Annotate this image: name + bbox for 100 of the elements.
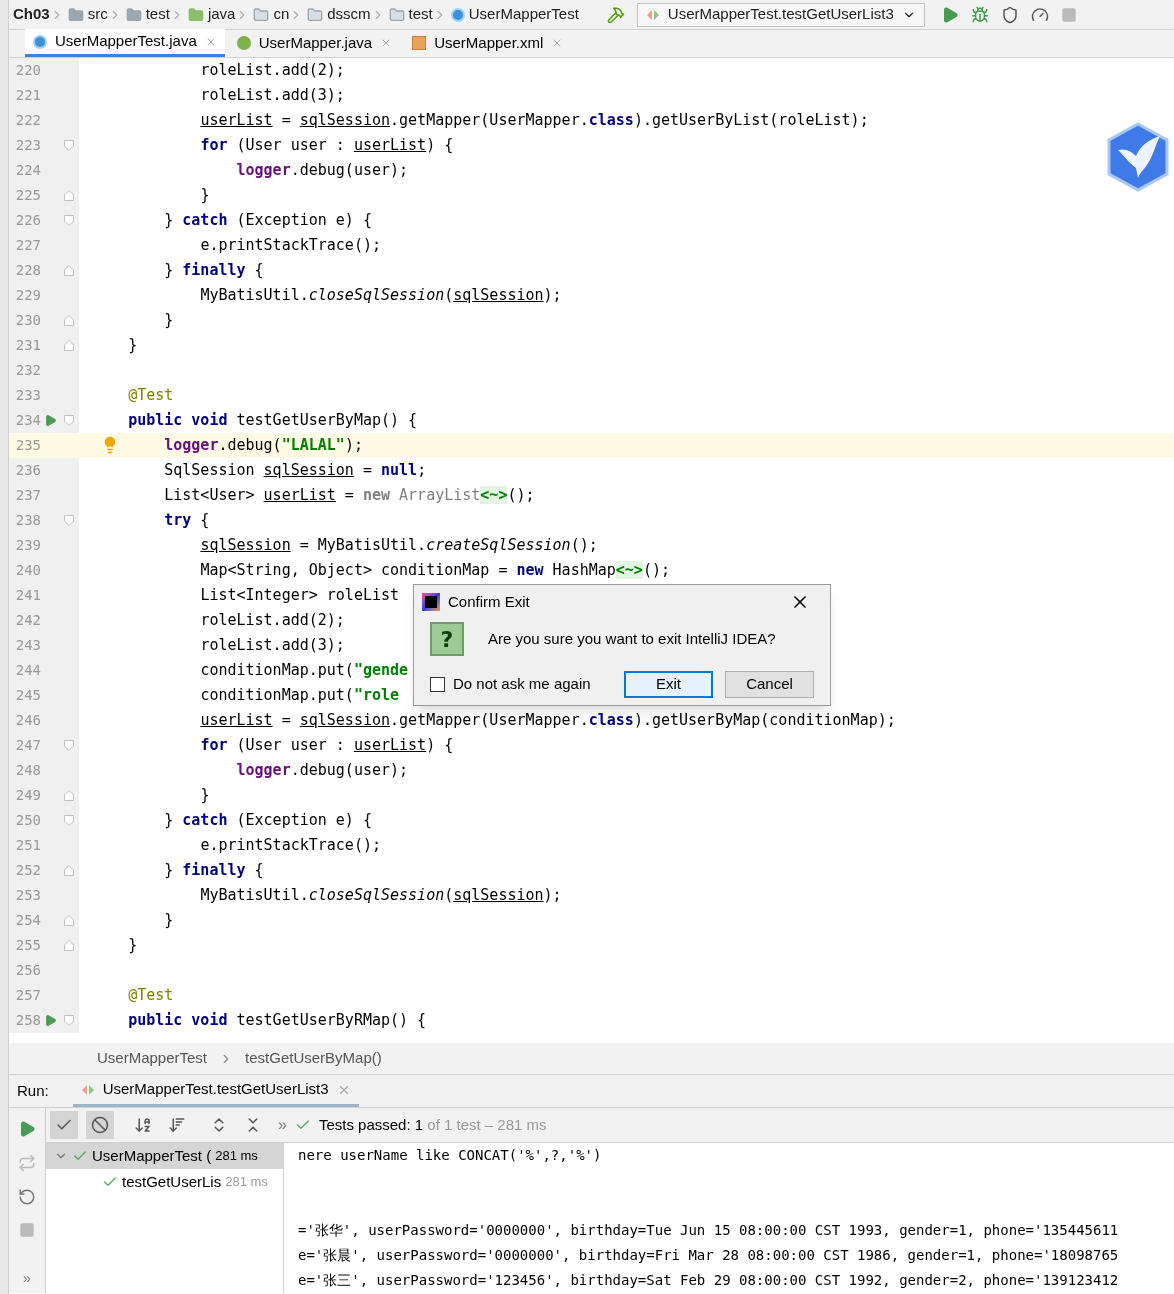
line-number: 251: [14, 836, 41, 855]
folder-icon: [67, 6, 84, 23]
line-number: 234: [14, 411, 41, 430]
run-gutter-icon[interactable]: [43, 414, 57, 427]
breadcrumb-item[interactable]: java: [207, 3, 236, 26]
code-line: for (User user : userList) {: [200, 135, 454, 156]
line-number: 227: [14, 236, 41, 255]
interface-icon: [236, 36, 251, 50]
code-line: List<User> userList = new ArrayList<~>();: [164, 485, 535, 506]
dialog-title: Confirm Exit: [448, 591, 530, 612]
sort-icon[interactable]: [168, 1116, 186, 1134]
code-line: e.printStackTrace();: [200, 835, 381, 856]
package-folder-icon: [307, 6, 324, 23]
fold-marker-icon[interactable]: [64, 215, 74, 226]
more-tools[interactable]: »: [278, 1113, 287, 1137]
question-icon: ?: [430, 622, 464, 656]
fold-marker-icon[interactable]: [64, 515, 74, 526]
code-line: } finally {: [164, 260, 264, 281]
fold-marker-icon[interactable]: [64, 140, 74, 151]
fold-marker-icon[interactable]: [64, 265, 74, 276]
fold-marker-icon[interactable]: [64, 865, 74, 876]
fold-marker-icon[interactable]: [64, 940, 74, 951]
hammer-icon[interactable]: [606, 5, 625, 24]
code-line: roleList.add(2);: [200, 60, 345, 81]
dialog-button[interactable]: Exit: [624, 671, 713, 698]
fold-marker-icon[interactable]: [64, 190, 74, 201]
editor-tab[interactable]: UserMapper.xml: [404, 29, 572, 57]
line-number: 253: [14, 886, 41, 905]
fold-marker-icon[interactable]: [64, 315, 74, 326]
fold-marker-icon[interactable]: [64, 415, 74, 426]
line-number: 237: [14, 486, 41, 505]
xml-file-icon: [412, 36, 427, 50]
code-line: }: [164, 310, 174, 331]
line-number: 233: [14, 386, 41, 405]
code-line: logger.debug(user);: [236, 160, 409, 181]
line-number: 245: [14, 686, 41, 705]
fold-marker-icon[interactable]: [64, 790, 74, 801]
stop-icon[interactable]: [1060, 6, 1077, 23]
console-line: ='张华', userPassword='0000000', birthday=Tue Jun 15 08:00:00 CST 1993, gender=1, phone='135445611: [298, 1221, 1119, 1240]
rotate-icon[interactable]: [18, 1188, 36, 1206]
code-line: logger.debug(user);: [236, 760, 409, 781]
rerun-icon[interactable]: [18, 1120, 36, 1138]
breadcrumb-item[interactable]: cn: [273, 3, 290, 26]
breadcrumb-item[interactable]: src: [87, 3, 108, 26]
code-line: userList = sqlSession.getMapper(UserMapper.class).getUserByMap(conditionMap);: [200, 710, 896, 731]
fold-marker-icon[interactable]: [64, 815, 74, 826]
checkbox-label[interactable]: Do not ask me again: [453, 673, 591, 696]
code-line: try {: [164, 510, 210, 531]
dialog-button[interactable]: Cancel: [725, 671, 814, 698]
code-line: @Test: [128, 985, 174, 1006]
breadcrumb-item[interactable]: Ch03: [13, 3, 50, 26]
dialog-message: Are you sure you want to exit IntelliJ IDEA?: [488, 628, 776, 649]
breadcrumb-item[interactable]: UserMapperTest: [97, 1047, 208, 1070]
fold-marker-icon[interactable]: [64, 1015, 74, 1026]
code-line: conditionMap.put("role: [200, 685, 400, 706]
line-number: 258: [14, 1011, 41, 1030]
gauge-icon[interactable]: [1030, 5, 1049, 24]
fold-marker-icon[interactable]: [64, 915, 74, 926]
test-tree-row[interactable]: testGetUserLis 281 ms: [46, 1169, 283, 1195]
editor-tab[interactable]: UserMapper.java: [228, 29, 401, 57]
code-line: userList = sqlSession.getMapper(UserMapper.class).getUserByList(roleList);: [200, 110, 869, 131]
fold-marker-icon[interactable]: [64, 340, 74, 351]
run-gutter-icon[interactable]: [43, 1014, 57, 1027]
code-line: }: [128, 335, 138, 356]
repeat-icon[interactable]: [18, 1154, 36, 1172]
line-number: 239: [14, 536, 41, 555]
code-line: sqlSession = MyBatisUtil.createSqlSession();: [200, 535, 598, 556]
line-number: 247: [14, 736, 41, 755]
line-number: 248: [14, 761, 41, 780]
run-config-icon: [645, 8, 660, 21]
breadcrumb-item[interactable]: testGetUserByMap(): [245, 1047, 382, 1070]
editor-tab[interactable]: UserMapperTest.java: [25, 29, 225, 57]
app-logo-icon: [422, 593, 440, 611]
show-ignored-toggle[interactable]: [86, 1111, 114, 1139]
line-number: 230: [14, 311, 41, 330]
more-tools[interactable]: »: [23, 1268, 31, 1289]
breadcrumb-item[interactable]: test: [145, 3, 170, 26]
folder-icon: [187, 6, 204, 23]
stop-icon[interactable]: [19, 1222, 35, 1238]
line-number: 244: [14, 661, 41, 680]
test-tree-row[interactable]: UserMapperTest ( 281 ms: [46, 1143, 283, 1169]
breadcrumb-item[interactable]: dsscm: [327, 3, 371, 26]
line-number: 249: [14, 786, 41, 805]
breadcrumb-item[interactable]: test: [408, 3, 433, 26]
show-passed-toggle[interactable]: [50, 1111, 78, 1139]
checkbox[interactable]: [430, 677, 445, 692]
code-line: for (User user : userList) {: [200, 735, 454, 756]
line-number: 243: [14, 636, 41, 655]
shield-icon[interactable]: [1000, 5, 1019, 24]
code-line: roleList.add(3);: [200, 85, 345, 106]
line-number: 224: [14, 161, 41, 180]
run-config-dropdown[interactable]: UserMapperTest.testGetUserList3: [636, 2, 925, 27]
bug-icon[interactable]: [970, 5, 989, 24]
line-number: 256: [14, 961, 41, 980]
code-line: roleList.add(2);: [200, 610, 345, 631]
fold-marker-icon[interactable]: [64, 740, 74, 751]
code-line: } catch (Exception e) {: [164, 210, 372, 231]
line-number: 228: [14, 261, 41, 280]
sort-alpha-icon[interactable]: [134, 1116, 152, 1134]
breadcrumb-item[interactable]: UserMapperTest: [468, 3, 579, 26]
